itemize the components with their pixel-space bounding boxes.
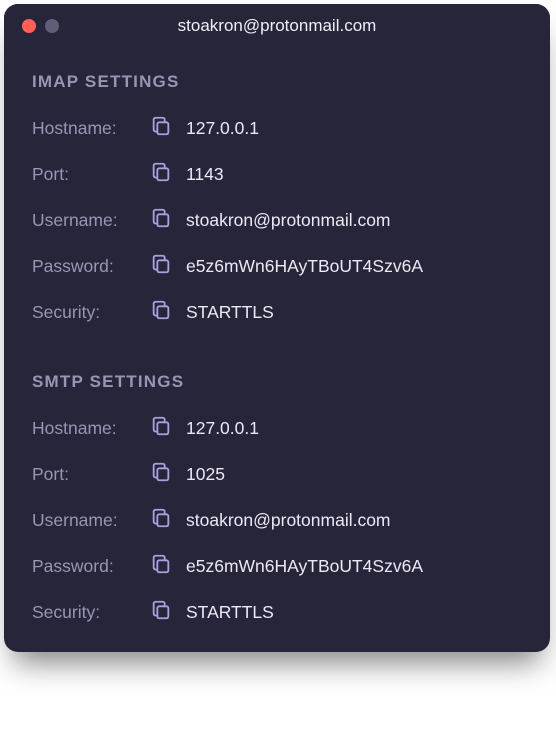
imap-port-value: 1143 [186,164,224,185]
copy-icon [150,599,172,626]
settings-window: stoakron@protonmail.com IMAP SETTINGS Ho… [4,4,550,652]
copy-imap-username-button[interactable] [150,208,180,232]
smtp-heading: SMTP SETTINGS [32,372,522,392]
copy-smtp-hostname-button[interactable] [150,416,180,440]
smtp-section: SMTP SETTINGS Hostname: 127.0.0.1 Port: [32,372,522,624]
copy-icon [150,207,172,234]
copy-icon [150,115,172,142]
imap-security-value: STARTTLS [186,302,274,323]
smtp-hostname-row: Hostname: 127.0.0.1 [32,416,522,440]
imap-hostname-row: Hostname: 127.0.0.1 [32,116,522,140]
smtp-username-value: stoakron@protonmail.com [186,510,391,531]
smtp-port-label: Port: [32,464,150,485]
imap-port-label: Port: [32,164,150,185]
copy-icon [150,507,172,534]
window-title: stoakron@protonmail.com [178,16,377,36]
copy-icon [150,253,172,280]
traffic-lights [22,19,59,33]
copy-smtp-security-button[interactable] [150,600,180,624]
smtp-password-value: e5z6mWn6HAyTBoUT4Szv6A [186,556,423,577]
smtp-password-label: Password: [32,556,150,577]
smtp-port-value: 1025 [186,464,225,485]
imap-password-label: Password: [32,256,150,277]
imap-hostname-label: Hostname: [32,118,150,139]
imap-heading: IMAP SETTINGS [32,72,522,92]
imap-username-value: stoakron@protonmail.com [186,210,391,231]
imap-hostname-value: 127.0.0.1 [186,118,259,139]
copy-icon [150,553,172,580]
smtp-security-value: STARTTLS [186,602,274,623]
imap-section: IMAP SETTINGS Hostname: 127.0.0.1 Port: [32,72,522,324]
imap-security-label: Security: [32,302,150,323]
copy-icon [150,415,172,442]
imap-username-label: Username: [32,210,150,231]
copy-smtp-port-button[interactable] [150,462,180,486]
smtp-username-row: Username: stoakron@protonmail.com [32,508,522,532]
smtp-security-row: Security: STARTTLS [32,600,522,624]
imap-port-row: Port: 1143 [32,162,522,186]
smtp-port-row: Port: 1025 [32,462,522,486]
titlebar: stoakron@protonmail.com [4,4,550,48]
imap-security-row: Security: STARTTLS [32,300,522,324]
copy-smtp-username-button[interactable] [150,508,180,532]
minimize-window-button[interactable] [45,19,59,33]
copy-imap-password-button[interactable] [150,254,180,278]
imap-username-row: Username: stoakron@protonmail.com [32,208,522,232]
close-window-button[interactable] [22,19,36,33]
smtp-hostname-label: Hostname: [32,418,150,439]
copy-imap-hostname-button[interactable] [150,116,180,140]
imap-password-row: Password: e5z6mWn6HAyTBoUT4Szv6A [32,254,522,278]
imap-password-value: e5z6mWn6HAyTBoUT4Szv6A [186,256,423,277]
copy-smtp-password-button[interactable] [150,554,180,578]
content: IMAP SETTINGS Hostname: 127.0.0.1 Port: [4,48,550,652]
smtp-password-row: Password: e5z6mWn6HAyTBoUT4Szv6A [32,554,522,578]
copy-imap-security-button[interactable] [150,300,180,324]
copy-icon [150,161,172,188]
smtp-hostname-value: 127.0.0.1 [186,418,259,439]
smtp-username-label: Username: [32,510,150,531]
copy-imap-port-button[interactable] [150,162,180,186]
smtp-security-label: Security: [32,602,150,623]
copy-icon [150,299,172,326]
copy-icon [150,461,172,488]
